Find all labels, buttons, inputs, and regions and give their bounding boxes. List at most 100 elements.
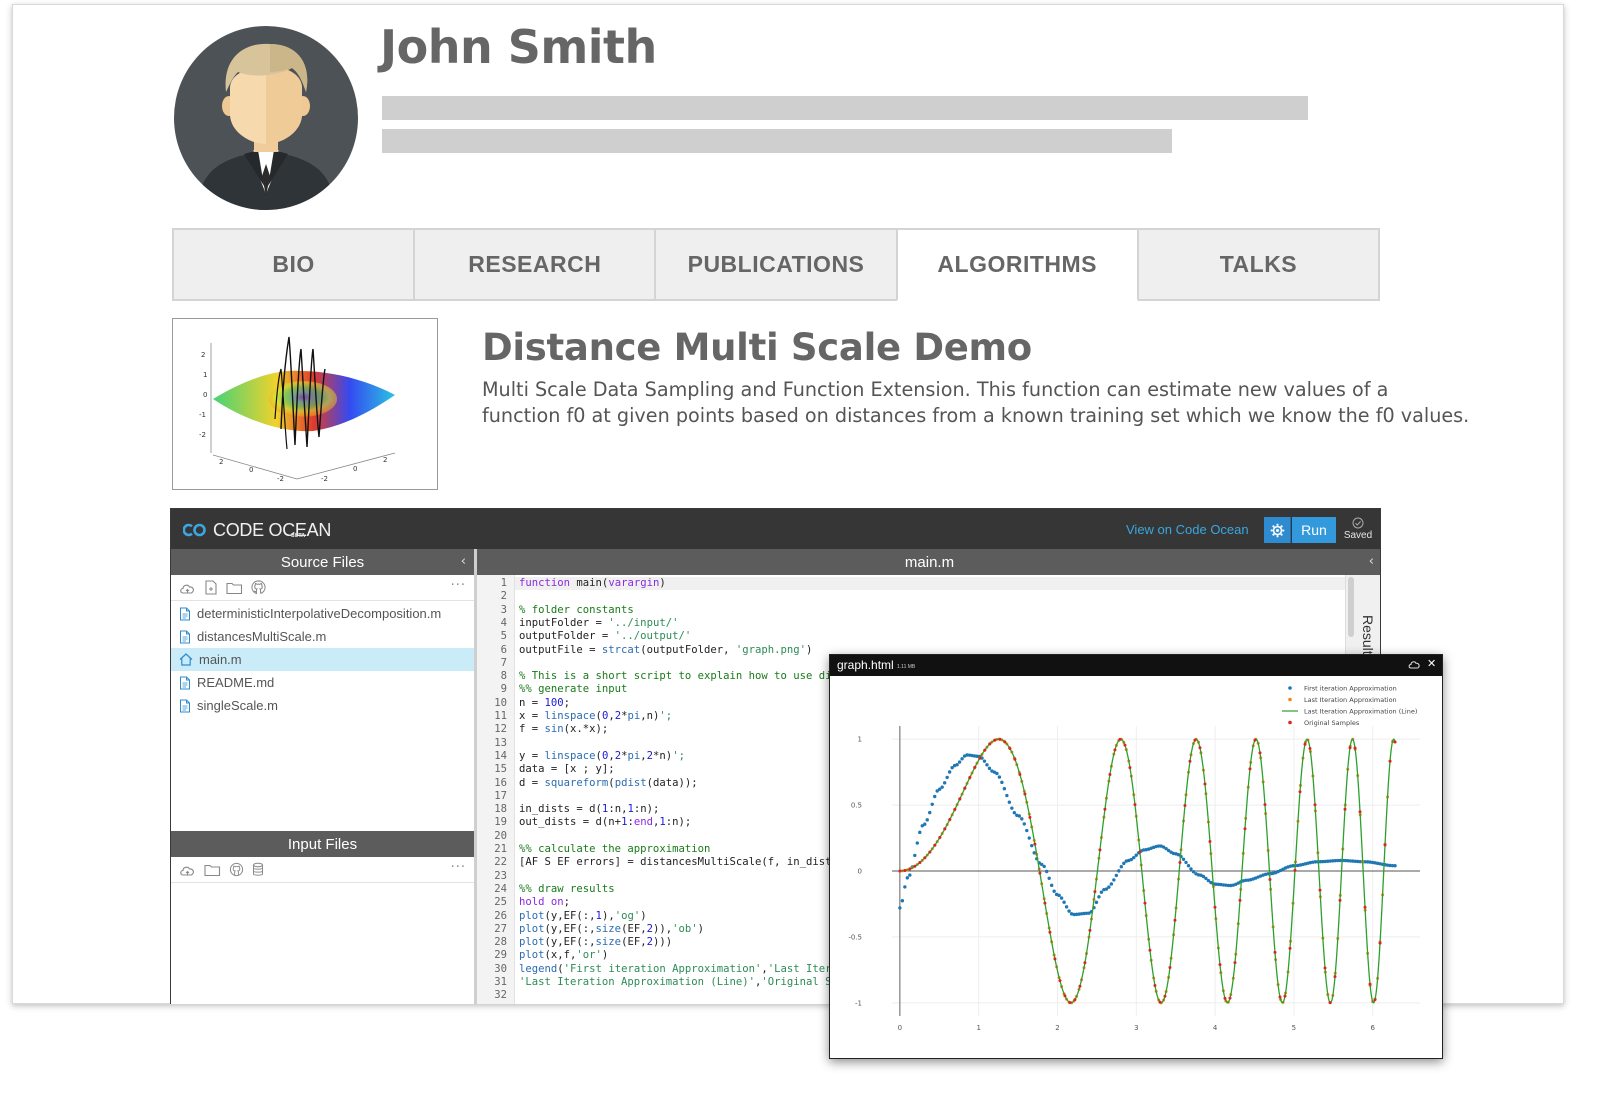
legend-item: First iteration Approximation — [1288, 685, 1397, 693]
x-tick-label: 4 — [1213, 1024, 1218, 1032]
source-file-list: deterministicInterpolativeDecomposition.… — [171, 602, 474, 717]
new-folder-icon[interactable] — [226, 581, 243, 595]
code-line: legend('First iteration Approximation','… — [519, 962, 838, 975]
line-number-gutter: 1 2 3 4 5 6 7 8 9 10 11 12 13 14 15 16 17 18 19 20 21 22 23 24 2… — [477, 575, 515, 1004]
tab-bio[interactable]: BIO — [172, 228, 415, 301]
run-button[interactable]: Run — [1292, 517, 1336, 543]
data-point — [900, 899, 905, 903]
data-point — [988, 742, 992, 746]
settings-button[interactable] — [1264, 517, 1291, 543]
line-number: 26 — [494, 909, 507, 922]
data-point — [1018, 772, 1022, 776]
data-point — [1113, 748, 1117, 752]
line-number: 6 — [500, 643, 507, 656]
code-ocean-logo-text: CODE OCEAN — [213, 519, 332, 540]
y-tick-label: 1 — [858, 736, 862, 744]
file-item[interactable]: README.md — [171, 671, 474, 694]
algorithm-description-line: Multi Scale Data Sampling and Function E… — [482, 378, 1389, 401]
graph-window-titlebar[interactable]: graph.html 1.11 MB ✕ — [830, 655, 1442, 676]
data-point — [1000, 780, 1004, 785]
code-line: f = sin(x.*x); — [519, 723, 609, 736]
file-icon — [180, 607, 190, 620]
data-point — [1058, 979, 1062, 983]
tick-label: 2 — [201, 351, 205, 359]
data-point — [1118, 737, 1122, 741]
code-line: inputFolder = '../input/' — [519, 616, 679, 629]
tab-research[interactable]: RESEARCH — [414, 228, 656, 301]
data-point — [947, 770, 952, 774]
line-number: 16 — [494, 776, 507, 789]
legend-label: Original Samples — [1304, 719, 1360, 727]
y-tick-label: 0 — [858, 868, 862, 876]
code-line: x = linspace(0,2*pi,n)'; — [519, 710, 673, 722]
new-folder-icon[interactable] — [204, 863, 221, 877]
new-file-icon[interactable] — [204, 580, 218, 595]
github-icon[interactable] — [251, 580, 266, 595]
close-icon[interactable]: ✕ — [1427, 657, 1436, 670]
data-point — [1343, 807, 1347, 811]
data-point — [1093, 890, 1097, 894]
data-point — [930, 802, 934, 806]
code-line: y = linspace(0,2*pi,2*n)'; — [519, 749, 685, 762]
data-point — [995, 771, 999, 776]
line-number: 8 — [500, 670, 507, 683]
file-item[interactable]: deterministicInterpolativeDecomposition.… — [171, 602, 474, 625]
data-point — [968, 775, 972, 779]
x-tick-label: 1 — [976, 1024, 980, 1032]
algorithm-description: Multi Scale Data Sampling and Function E… — [482, 377, 1469, 429]
data-point — [1218, 963, 1222, 967]
data-point — [1103, 807, 1107, 811]
code-line: plot(y,EF(:,size(EF,2))) — [519, 936, 673, 949]
input-more-options-icon[interactable]: ··· — [451, 860, 466, 875]
data-point — [1184, 860, 1188, 865]
cloud-upload-icon[interactable] — [179, 581, 196, 595]
file-item[interactable]: distancesMultiScale.m — [171, 625, 474, 648]
editor-scrollbar[interactable] — [1348, 577, 1354, 637]
file-item[interactable]: singleScale.m — [171, 694, 474, 717]
data-point — [1318, 888, 1322, 892]
data-point — [1042, 864, 1046, 869]
data-point — [1178, 860, 1182, 864]
x-tick-label: 6 — [1370, 1024, 1375, 1032]
data-point — [942, 781, 947, 785]
data-point — [918, 861, 922, 865]
collapse-results-panel-icon[interactable]: ‹ — [1369, 554, 1374, 569]
data-point — [1181, 857, 1186, 861]
data-point — [905, 876, 910, 880]
data-point — [1083, 961, 1087, 965]
data-point — [1248, 767, 1252, 771]
collapse-source-panel-icon[interactable]: ‹ — [461, 554, 466, 569]
source-more-options-icon[interactable]: ··· — [451, 578, 466, 593]
cloud-download-icon[interactable] — [1408, 659, 1421, 669]
view-on-code-ocean-link[interactable]: View on Code Ocean — [1126, 522, 1249, 537]
tick-label: 2 — [219, 458, 223, 466]
data-point — [998, 737, 1002, 741]
line-number: 7 — [500, 656, 507, 669]
code-ocean-logo[interactable]: CODE OCEAN — [183, 519, 331, 541]
github-icon[interactable] — [229, 862, 244, 877]
data-point — [1383, 843, 1387, 847]
data-point — [1008, 747, 1012, 751]
line-number: 5 — [500, 630, 507, 643]
tick-label: 0 — [353, 465, 357, 473]
code-line: outputFolder = '../output/' — [519, 630, 692, 643]
graph-window-title: graph.html — [837, 658, 894, 672]
cloud-upload-icon[interactable] — [179, 863, 196, 877]
data-point — [943, 827, 947, 831]
tab-algorithms[interactable]: ALGORITHMS — [896, 228, 1138, 301]
database-icon[interactable] — [252, 862, 264, 877]
line-number: 32 — [494, 989, 507, 1002]
data-point — [1368, 982, 1372, 986]
file-item-active[interactable]: main.m — [171, 648, 474, 671]
line-number: 23 — [494, 869, 507, 882]
line-number: 1 — [500, 577, 507, 589]
legend-label: Last Iteration Approximation (Line) — [1304, 708, 1417, 716]
data-point — [1308, 747, 1312, 751]
data-point — [1233, 961, 1237, 965]
data-point — [1288, 946, 1292, 950]
data-point — [1028, 815, 1032, 819]
tab-talks[interactable]: TALKS — [1137, 228, 1381, 301]
tab-publications[interactable]: PUBLICATIONS — [655, 228, 897, 301]
algorithm-thumbnail[interactable]: 2 1 0 -1 -2 2 0 -2 -2 0 2 — [172, 318, 438, 490]
data-point — [978, 756, 982, 760]
